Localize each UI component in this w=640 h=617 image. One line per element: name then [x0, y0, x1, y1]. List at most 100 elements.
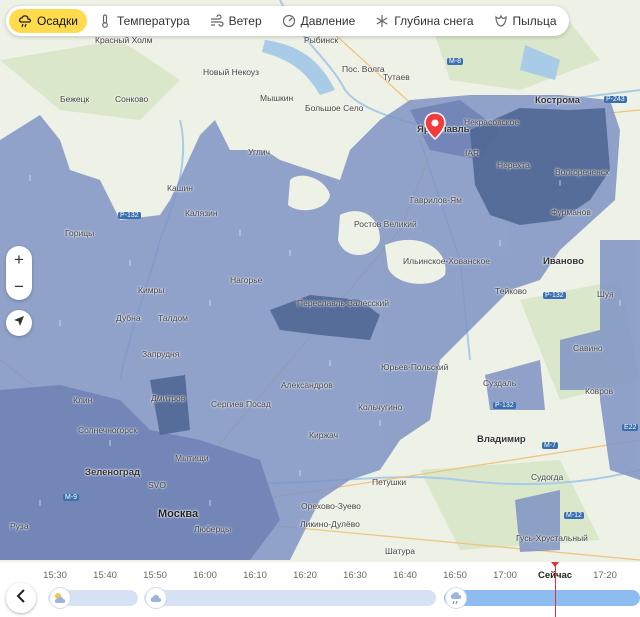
city-label: Руза — [10, 521, 29, 531]
city-label: Горицы — [65, 228, 95, 238]
weather-map-page: МоскваЯрославльКостромаИвановоВладимирЗе… — [0, 0, 640, 617]
city-label: Калязин — [185, 208, 218, 218]
chevron-left-icon — [16, 588, 26, 608]
layer-tab-label: Давление — [300, 14, 356, 28]
layer-tab-3[interactable]: Давление — [273, 9, 365, 33]
layer-tab-label: Ветер — [228, 14, 262, 28]
city-label: Нерехта — [497, 160, 530, 170]
city-label: Гусь-Хрустальный — [516, 533, 588, 543]
road-shield: М-8 — [447, 58, 464, 65]
city-label: Мытищи — [175, 453, 209, 463]
city-label: Дмитров — [151, 393, 186, 403]
location-pin-icon[interactable] — [424, 112, 446, 145]
city-label: Кольчугино — [358, 402, 403, 412]
navigation-arrow-icon — [13, 314, 25, 332]
city-label: Зеленоград — [85, 467, 141, 478]
city-label: Ростов Великий — [354, 219, 417, 229]
timeline-time-label[interactable]: 16:40 — [393, 570, 417, 581]
layer-tab-4[interactable]: Глубина снега — [366, 9, 482, 33]
city-label: Александров — [281, 380, 333, 390]
city-label: Люберцы — [194, 524, 232, 534]
city-label: Тутаев — [383, 72, 410, 82]
timeline-time-label[interactable]: 17:20 — [593, 570, 617, 581]
timeline-time-label[interactable]: 15:30 — [43, 570, 67, 581]
city-label: Владимир — [477, 434, 526, 445]
timeline-time-label[interactable]: 16:10 — [243, 570, 267, 581]
timeline-time-label[interactable]: 15:40 — [93, 570, 117, 581]
city-label: Ильинское-Хованское — [403, 256, 490, 266]
city-label: Пос. Волга — [342, 64, 385, 74]
city-label: Кострома — [535, 95, 581, 106]
timeline-back-button[interactable] — [6, 583, 36, 613]
timeline-time-label[interactable]: 16:00 — [193, 570, 217, 581]
city-label: Некрасовское — [464, 117, 520, 127]
pollen-icon — [494, 14, 508, 28]
layer-tab-label: Осадки — [37, 14, 78, 28]
city-label: Углич — [248, 147, 271, 157]
city-label: Мышкин — [260, 93, 294, 103]
timeline-time-label[interactable]: 16:20 — [293, 570, 317, 581]
layer-tab-label: Пыльца — [512, 14, 557, 28]
snowflake-icon — [375, 14, 389, 28]
timeline[interactable]: 15:30 15:40 15:50 16:00 16:10 16:20 16:30 16:40… — [0, 562, 640, 617]
timeline-time-label[interactable]: 16:30 — [343, 570, 367, 581]
road-shield: Р-132 — [543, 292, 566, 299]
city-label: Москва — [158, 508, 199, 520]
city-label: Фурманов — [551, 207, 591, 217]
city-label: Тейково — [495, 286, 527, 296]
now-line — [555, 562, 556, 617]
city-label: Волгореченск — [555, 167, 609, 177]
rain-cloud-icon — [446, 588, 466, 608]
city-label: Клин — [73, 395, 93, 405]
city-label: Кимры — [138, 285, 165, 295]
thermometer-icon — [98, 14, 112, 28]
airport-label: IAR — [465, 148, 480, 158]
timeline-time-label[interactable]: 17:00 — [493, 570, 517, 581]
city-label: Талдом — [158, 313, 189, 323]
city-label: Кашин — [167, 183, 193, 193]
road-shield: М-9 — [63, 494, 80, 501]
city-label: Нагорье — [230, 275, 263, 285]
road-shield: М-12 — [564, 512, 584, 519]
city-label: Бежецк — [60, 94, 90, 104]
city-label: Судогда — [531, 472, 564, 482]
city-label: Большое Село — [305, 103, 364, 113]
road-shield: Р-243 — [604, 96, 627, 103]
city-label: Сонково — [115, 94, 149, 104]
timeline-time-label[interactable]: 16:50 — [443, 570, 467, 581]
city-label: Орехово-Зуево — [301, 501, 361, 511]
timeline-segment[interactable] — [444, 590, 640, 606]
zoom-out-button[interactable]: − — [6, 273, 32, 300]
city-label: Суздаль — [483, 378, 517, 388]
city-label: Новый Некоуз — [203, 67, 260, 77]
layer-tab-0[interactable]: Осадки — [9, 9, 87, 33]
precipitation-icon — [18, 14, 32, 28]
cloud-icon — [146, 588, 166, 608]
road-shield: М-7 — [542, 442, 559, 449]
city-label: Савино — [573, 343, 603, 353]
layer-tab-label: Температура — [116, 14, 190, 28]
city-label: Киржач — [309, 430, 339, 440]
geolocation-button[interactable] — [6, 310, 32, 336]
layer-tab-label: Глубина снега — [394, 14, 474, 28]
city-label: Гаврилов-Ям — [410, 195, 462, 205]
zoom-controls: + − — [6, 246, 32, 300]
city-label: Дубна — [116, 313, 141, 323]
road-shield: Е22 — [622, 424, 639, 431]
city-label: Переславль-Залесский — [297, 298, 390, 308]
city-label: Ковров — [585, 386, 614, 396]
zoom-in-button[interactable]: + — [6, 246, 32, 273]
city-label: Рыбинск — [304, 35, 339, 45]
partly-cloudy-icon — [50, 588, 70, 608]
wind-icon — [210, 14, 224, 28]
airport-label: SVO — [148, 480, 166, 490]
road-shield: Р-132 — [118, 212, 141, 219]
layer-tab-5[interactable]: Пыльца — [485, 9, 566, 33]
timeline-segment[interactable] — [144, 590, 436, 606]
city-label: Запрудня — [142, 349, 180, 359]
city-label: Сергиев Посад — [211, 399, 271, 409]
timeline-time-label[interactable]: 15:50 — [143, 570, 167, 581]
layer-tab-1[interactable]: Температура — [89, 9, 199, 33]
layer-tab-2[interactable]: Ветер — [201, 9, 271, 33]
city-label: Юрьев-Польский — [381, 362, 449, 372]
